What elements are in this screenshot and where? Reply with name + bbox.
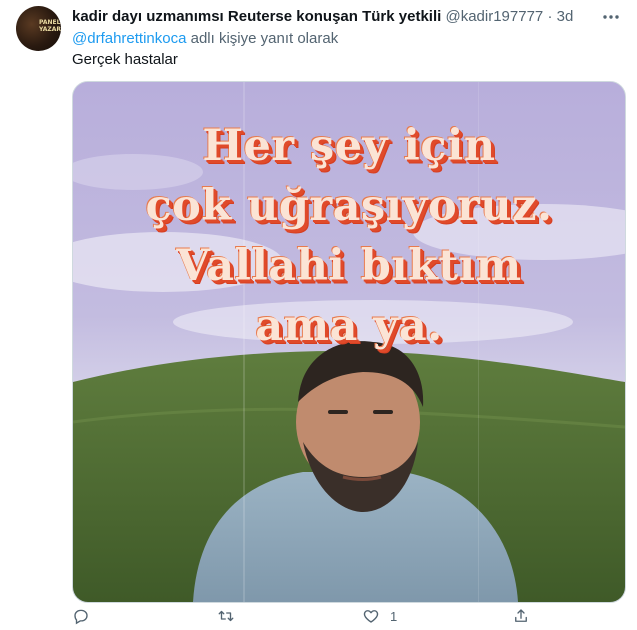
share-button[interactable] <box>512 606 540 626</box>
retweet-icon <box>218 610 234 622</box>
tweet-timestamp[interactable]: 3d <box>557 8 574 25</box>
tweet-text: Gerçek hastalar <box>72 51 178 68</box>
retweet-button[interactable] <box>217 606 245 626</box>
reply-suffix-text: adlı kişiye yanıt olarak <box>190 30 339 47</box>
reply-mention-link[interactable]: @drfahrettinkoca <box>72 30 186 47</box>
meme-text-line-4: ama ya. <box>255 301 443 351</box>
reply-context: @drfahrettinkoca adlı kişiye yanıt olara… <box>72 29 338 49</box>
like-button[interactable]: 1 <box>362 606 397 626</box>
avatar[interactable]: PANEL YAZAR <box>16 6 61 51</box>
reply-button[interactable] <box>72 606 100 626</box>
more-icon[interactable] <box>601 9 621 25</box>
tweet-header: kadir dayı uzmanımsı Reuterse konuşan Tü… <box>72 7 593 27</box>
like-icon <box>363 610 379 623</box>
tweet-actions: 1 <box>72 606 532 630</box>
like-count: 1 <box>390 608 398 624</box>
author-handle[interactable]: @kadir197777 <box>445 8 543 25</box>
meme-text-line-3: Vallahi bıktım <box>176 241 522 291</box>
meme-text-line-2: çok uğraşıyoruz. <box>145 181 553 231</box>
author-name[interactable]: kadir dayı uzmanımsı Reuterse konuşan Tü… <box>72 8 441 25</box>
tweet-media-image[interactable]: Her şey için çok uğraşıyoruz. Vallahi bı… <box>72 81 626 603</box>
separator-dot: · <box>547 8 553 25</box>
reply-icon <box>74 609 88 625</box>
avatar-text: PANEL YAZAR <box>39 19 61 33</box>
meme-text-line-1: Her şey için <box>202 121 496 171</box>
share-icon <box>515 609 527 622</box>
